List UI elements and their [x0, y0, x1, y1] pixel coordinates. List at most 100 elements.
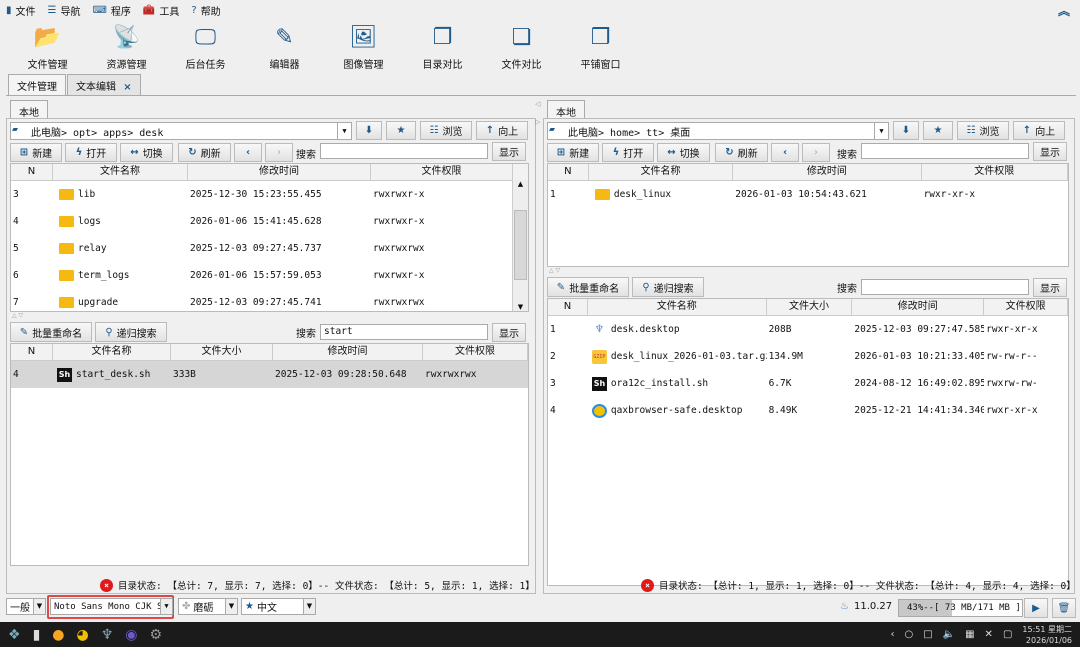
table-row[interactable]: 5 relay 2025-12-03 09:27:45.737 rwxrwxrwx [11, 235, 528, 262]
gc-run-button[interactable]: ▶ [1024, 598, 1048, 618]
scroll-up-icon[interactable]: ▲ [513, 180, 528, 188]
table-row[interactable]: 7 upgrade 2025-12-03 09:27:45.741 rwxrwxrwx [11, 289, 528, 311]
recursive-search-button[interactable]: ⚲ 递归搜索 [632, 277, 704, 297]
mode-select[interactable]: 一般 ▼ [6, 598, 46, 615]
dir-search-input[interactable] [320, 143, 488, 159]
table-row[interactable]: 3 Sh ora12c_install.sh 6.7K 2024-08-12 16:49… [548, 370, 1068, 397]
browse-button[interactable]: ☷ 浏览 [420, 121, 472, 140]
column-header[interactable]: N [11, 164, 53, 180]
chevron-down-icon[interactable]: ▼ [874, 123, 888, 139]
collapse-left-icon[interactable]: ◁ [535, 100, 540, 108]
show-button[interactable]: 显示 [1033, 278, 1067, 297]
menu-2[interactable]: ⌨ 程序 [92, 3, 130, 18]
toolbar-button-2[interactable]: 🖵 后台任务 [166, 22, 245, 72]
volume-icon[interactable]: 🔈 [943, 629, 955, 640]
forward-button[interactable]: › [265, 143, 293, 162]
file-search-input[interactable]: start [320, 324, 488, 340]
back-button[interactable]: ‹ [771, 143, 799, 162]
toolbar-button-0[interactable]: 📂 文件管理 [8, 22, 87, 72]
path-input[interactable]: ▰ 此电脑> opt> apps> desk ▼ [10, 122, 352, 140]
column-header[interactable]: 修改时间 [852, 299, 985, 315]
clock[interactable]: 15:51 星期二 2026/01/06 [1022, 624, 1072, 646]
browse-button[interactable]: ☷ 浏览 [957, 121, 1009, 140]
scroll-down-icon[interactable]: ▼ [513, 303, 528, 311]
browser-icon[interactable]: ◕ [77, 627, 89, 643]
table-row[interactable]: 6 term_logs 2026-01-06 15:57:59.053 rwxrwxr… [11, 262, 528, 289]
column-header[interactable]: 修改时间 [273, 344, 423, 360]
switch-button[interactable]: ↔ 切换 [120, 143, 173, 162]
refresh-button[interactable]: ↻ 刷新 [178, 143, 231, 162]
desk-app-icon[interactable]: ♆ [101, 627, 114, 643]
up-button[interactable]: ↑ 向上 [476, 121, 528, 140]
splitter[interactable]: △ ▽ [12, 312, 23, 319]
notification-icon[interactable]: □ [923, 629, 932, 640]
show-button[interactable]: 显示 [492, 323, 526, 342]
menu-4[interactable]: ? 帮助 [191, 3, 220, 18]
tab-file-manager[interactable]: 文件管理 [8, 74, 66, 95]
batch-rename-button[interactable]: ✎ 批量重命名 [547, 277, 629, 297]
column-header[interactable]: 文件大小 [171, 344, 273, 360]
path-input[interactable]: ▰ 此电脑> home> tt> 桌面 ▼ [547, 122, 889, 140]
show-button[interactable]: 显示 [492, 142, 526, 161]
scroll-thumb[interactable] [514, 210, 527, 280]
keyboard-icon[interactable]: ▦ [965, 629, 974, 640]
switch-button[interactable]: ↔ 切换 [657, 143, 710, 162]
column-header[interactable]: 文件权限 [423, 344, 528, 360]
up-button[interactable]: ↑ 向上 [1013, 121, 1065, 140]
toolbar-button-4[interactable]: 🖼 图像管理 [324, 22, 403, 72]
collapse-right-icon[interactable]: ▷ [535, 118, 540, 126]
trash-button[interactable]: 🗑 [1052, 598, 1076, 618]
toolbar-button-5[interactable]: ❐ 目录对比 [403, 22, 482, 72]
table-row[interactable]: 3 lib 2025-12-30 15:23:55.455 rwxrwxr-x [11, 181, 528, 208]
column-header[interactable]: 文件大小 [767, 299, 853, 315]
column-header[interactable]: N [11, 344, 53, 360]
download-button[interactable]: ⬇ [356, 121, 382, 140]
toolbar-button-3[interactable]: ✎ 编辑器 [245, 22, 324, 72]
close-icon[interactable]: × [123, 82, 131, 93]
collapse-icon[interactable]: ︽ [1058, 2, 1070, 19]
settings-icon[interactable]: ⚙ [150, 627, 163, 643]
open-button[interactable]: ϟ 打开 [602, 143, 654, 162]
new-button[interactable]: ⊞ 新建 [547, 143, 599, 162]
batch-rename-button[interactable]: ✎ 批量重命名 [10, 322, 92, 342]
menu-1[interactable]: ☰ 导航 [48, 3, 81, 18]
multitask-icon[interactable]: ▮ [33, 627, 41, 643]
font-select[interactable]: Noto Sans Mono CJK SC ▼ [50, 598, 173, 615]
bookmark-button[interactable]: ★ [386, 121, 416, 140]
table-row[interactable]: 1 ♆ desk.desktop 208B 2025-12-03 09:27:47.58… [548, 316, 1068, 343]
network-icon[interactable]: ✕ [985, 629, 993, 640]
tray-arrow-icon[interactable]: ‹ [890, 629, 894, 640]
dir-search-input[interactable] [861, 143, 1029, 159]
splitter[interactable]: △ ▽ [549, 267, 560, 274]
column-header[interactable]: N [548, 299, 588, 315]
download-button[interactable]: ⬇ [893, 121, 919, 140]
tab-text-editor[interactable]: 文本编辑 × [67, 74, 141, 95]
show-button[interactable]: 显示 [1033, 142, 1067, 161]
column-header[interactable]: 文件权限 [922, 164, 1068, 180]
toolbar-button-1[interactable]: 📡 资源管理 [87, 22, 166, 72]
table-row[interactable]: 4 Sh start_desk.sh 333B 2025-12-03 09:28:50.… [11, 361, 528, 388]
menu-3[interactable]: 🧰 工具 [143, 3, 179, 18]
eclipse-icon[interactable]: ◉ [125, 627, 137, 643]
column-header[interactable]: 修改时间 [188, 164, 371, 180]
forward-button[interactable]: › [802, 143, 830, 162]
column-header[interactable]: 文件权限 [984, 299, 1068, 315]
table-row[interactable]: 2 GZIP desk_linux_2026-01-03.tar.gz 134.9M 2… [548, 343, 1068, 370]
launcher-icon[interactable]: ❖ [8, 627, 21, 643]
table-row[interactable]: 4 logs 2026-01-06 15:41:45.628 rwxrwxr-x [11, 208, 528, 235]
column-header[interactable]: 文件名称 [53, 344, 171, 360]
app-store-icon[interactable]: ● [52, 627, 64, 643]
column-header[interactable]: 文件名称 [589, 164, 734, 180]
column-header[interactable]: N [548, 164, 589, 180]
toolbar-button-6[interactable]: ❏ 文件对比 [482, 22, 561, 72]
new-button[interactable]: ⊞ 新建 [10, 143, 62, 162]
column-header[interactable]: 修改时间 [733, 164, 922, 180]
table-row[interactable]: 4 qaxbrowser-safe.desktop 8.49K 2025-12-21 … [548, 397, 1068, 424]
menu-0[interactable]: ▮ 文件 [6, 3, 36, 18]
column-header[interactable]: 文件名称 [53, 164, 188, 180]
chevron-down-icon[interactable]: ▼ [337, 123, 351, 139]
search-icon[interactable]: ○ [904, 629, 913, 640]
message-icon[interactable]: ▢ [1003, 629, 1012, 640]
scrollbar[interactable]: ▲ ▼ [512, 180, 528, 311]
recursive-search-button[interactable]: ⚲ 递归搜索 [95, 322, 167, 342]
